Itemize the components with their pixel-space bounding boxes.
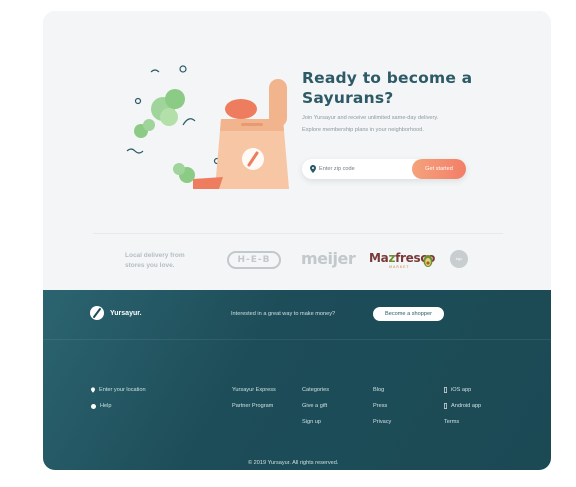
heb-logo[interactable]: H-E-B [227, 251, 281, 269]
grocery-bag-illustration [126, 65, 289, 189]
site-footer: Yursayur. Interested in a great way to m… [43, 290, 551, 470]
location-pin-icon [310, 165, 316, 173]
help-icon [91, 403, 96, 409]
hero-title-line1: Ready to become a [302, 69, 473, 87]
footer-link-blog[interactable]: Blog [373, 387, 384, 393]
hero-section: Ready to become a Sayurans? Join Yursayu… [43, 11, 551, 290]
footer-link-express[interactable]: Yursayur Express [232, 387, 276, 393]
footer-link-ios[interactable]: iOS app [444, 387, 471, 393]
location-pin-icon [91, 387, 95, 393]
mazfresco-logo-sub: MARKET [389, 265, 410, 269]
avocado-icon [423, 255, 433, 267]
footer-link-terms[interactable]: Terms [444, 419, 459, 425]
footer-link-signup[interactable]: Sign up [302, 419, 321, 425]
copyright-text: © 2019 Yursayur. All rights reserved. [248, 460, 339, 466]
hero-description-line2: Explore membership plans in your neighbo… [302, 127, 424, 133]
enter-location-link[interactable]: Enter your location [91, 387, 146, 393]
footer-link-privacy[interactable]: Privacy [373, 419, 391, 425]
hero-title: Ready to become a Sayurans? [302, 68, 502, 108]
footer-link-categories[interactable]: Categories [302, 387, 329, 393]
footer-divider [43, 339, 551, 340]
zip-code-input[interactable] [319, 162, 409, 176]
money-promo-text: Interested in a great way to make money? [231, 311, 336, 317]
mazfresco-logo-a: Ma [369, 251, 389, 265]
zip-search-bar: Get started [302, 159, 466, 179]
brand-name: Yursayur. [110, 309, 142, 317]
ios-label: iOS app [451, 387, 472, 393]
stores-heading-line1: Local delivery from [125, 252, 185, 259]
help-link[interactable]: Help [91, 403, 112, 409]
phone-icon [444, 387, 447, 393]
footer-link-partner[interactable]: Partner Program [232, 403, 273, 409]
brand-leaf-icon [90, 306, 104, 320]
page-card: Ready to become a Sayurans? Join Yursayu… [43, 11, 551, 470]
meijer-logo[interactable]: meijer [301, 249, 356, 268]
footer-link-android[interactable]: Android app [444, 403, 481, 409]
stores-heading-line2: stores you love. [125, 262, 175, 269]
become-shopper-button[interactable]: Become a shopper [373, 307, 444, 321]
section-divider [93, 233, 503, 234]
store-circle-logo[interactable]: logo [450, 250, 468, 268]
phone-icon [444, 403, 447, 409]
footer-brand[interactable]: Yursayur. [90, 306, 142, 320]
hero-description-line1: Join Yursayur and receive unlimited same… [302, 115, 439, 121]
get-started-button[interactable]: Get started [412, 159, 466, 179]
stores-heading: Local delivery from stores you love. [125, 251, 205, 271]
footer-link-press[interactable]: Press [373, 403, 387, 409]
help-label: Help [100, 403, 112, 409]
android-label: Android app [451, 403, 482, 409]
enter-location-label: Enter your location [99, 387, 146, 393]
hero-title-line2: Sayurans? [302, 89, 394, 107]
footer-link-gift[interactable]: Give a gift [302, 403, 327, 409]
